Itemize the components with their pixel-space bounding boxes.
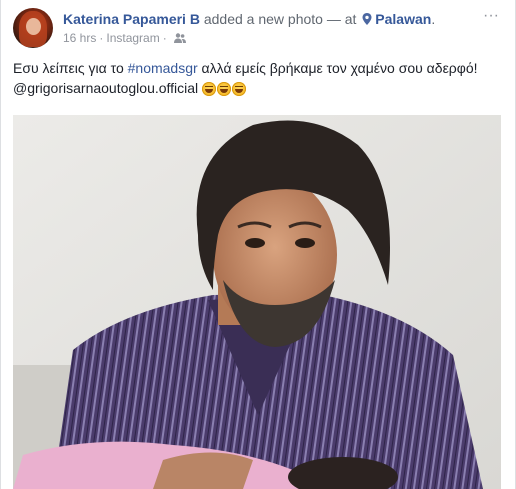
- post-header: Katerina Papameri B added a new photo — …: [63, 11, 435, 27]
- left-eye: [245, 238, 265, 248]
- author-avatar[interactable]: [13, 8, 53, 48]
- laughing-emoji-icon: [217, 82, 232, 96]
- message-text-start: Εσυ λείπεις για το: [13, 60, 128, 76]
- laughing-emoji-icon: [232, 82, 247, 96]
- hashtag-link[interactable]: #nomadsgr: [128, 60, 198, 76]
- location-pin-icon: [362, 13, 372, 25]
- meta-separator: ·: [99, 31, 104, 45]
- post-timestamp[interactable]: 16 hrs: [63, 31, 96, 45]
- author-name-link[interactable]: Katerina Papameri B: [63, 11, 200, 27]
- action-text: added a new photo — at: [199, 11, 361, 27]
- meta-separator-2: ·: [162, 31, 167, 45]
- message-text-mid: αλλά εμείς βρήκαμε τον χαμένο σου αδερφό…: [197, 60, 478, 76]
- feed-post: Katerina Papameri B added a new photo — …: [0, 0, 516, 489]
- more-options-icon[interactable]: ···: [481, 6, 501, 26]
- post-meta: 16 hrs · Instagram ·: [63, 31, 186, 45]
- location-link[interactable]: Palawan: [375, 11, 431, 27]
- post-message: Εσυ λείπεις για το #nomadsgr αλλά εμείς …: [13, 58, 503, 101]
- friends-audience-icon[interactable]: [173, 33, 186, 43]
- laughing-emoji-icon: [202, 82, 217, 96]
- post-photo[interactable]: [13, 115, 501, 489]
- mention-text: @grigorisarnaoutoglou.official: [13, 80, 199, 96]
- location-suffix: .: [431, 11, 436, 27]
- emoji-group: [202, 81, 247, 101]
- photo-illustration: [13, 115, 501, 489]
- avatar-face: [26, 18, 41, 35]
- post-source: Instagram: [106, 31, 160, 45]
- right-eye: [295, 238, 315, 248]
